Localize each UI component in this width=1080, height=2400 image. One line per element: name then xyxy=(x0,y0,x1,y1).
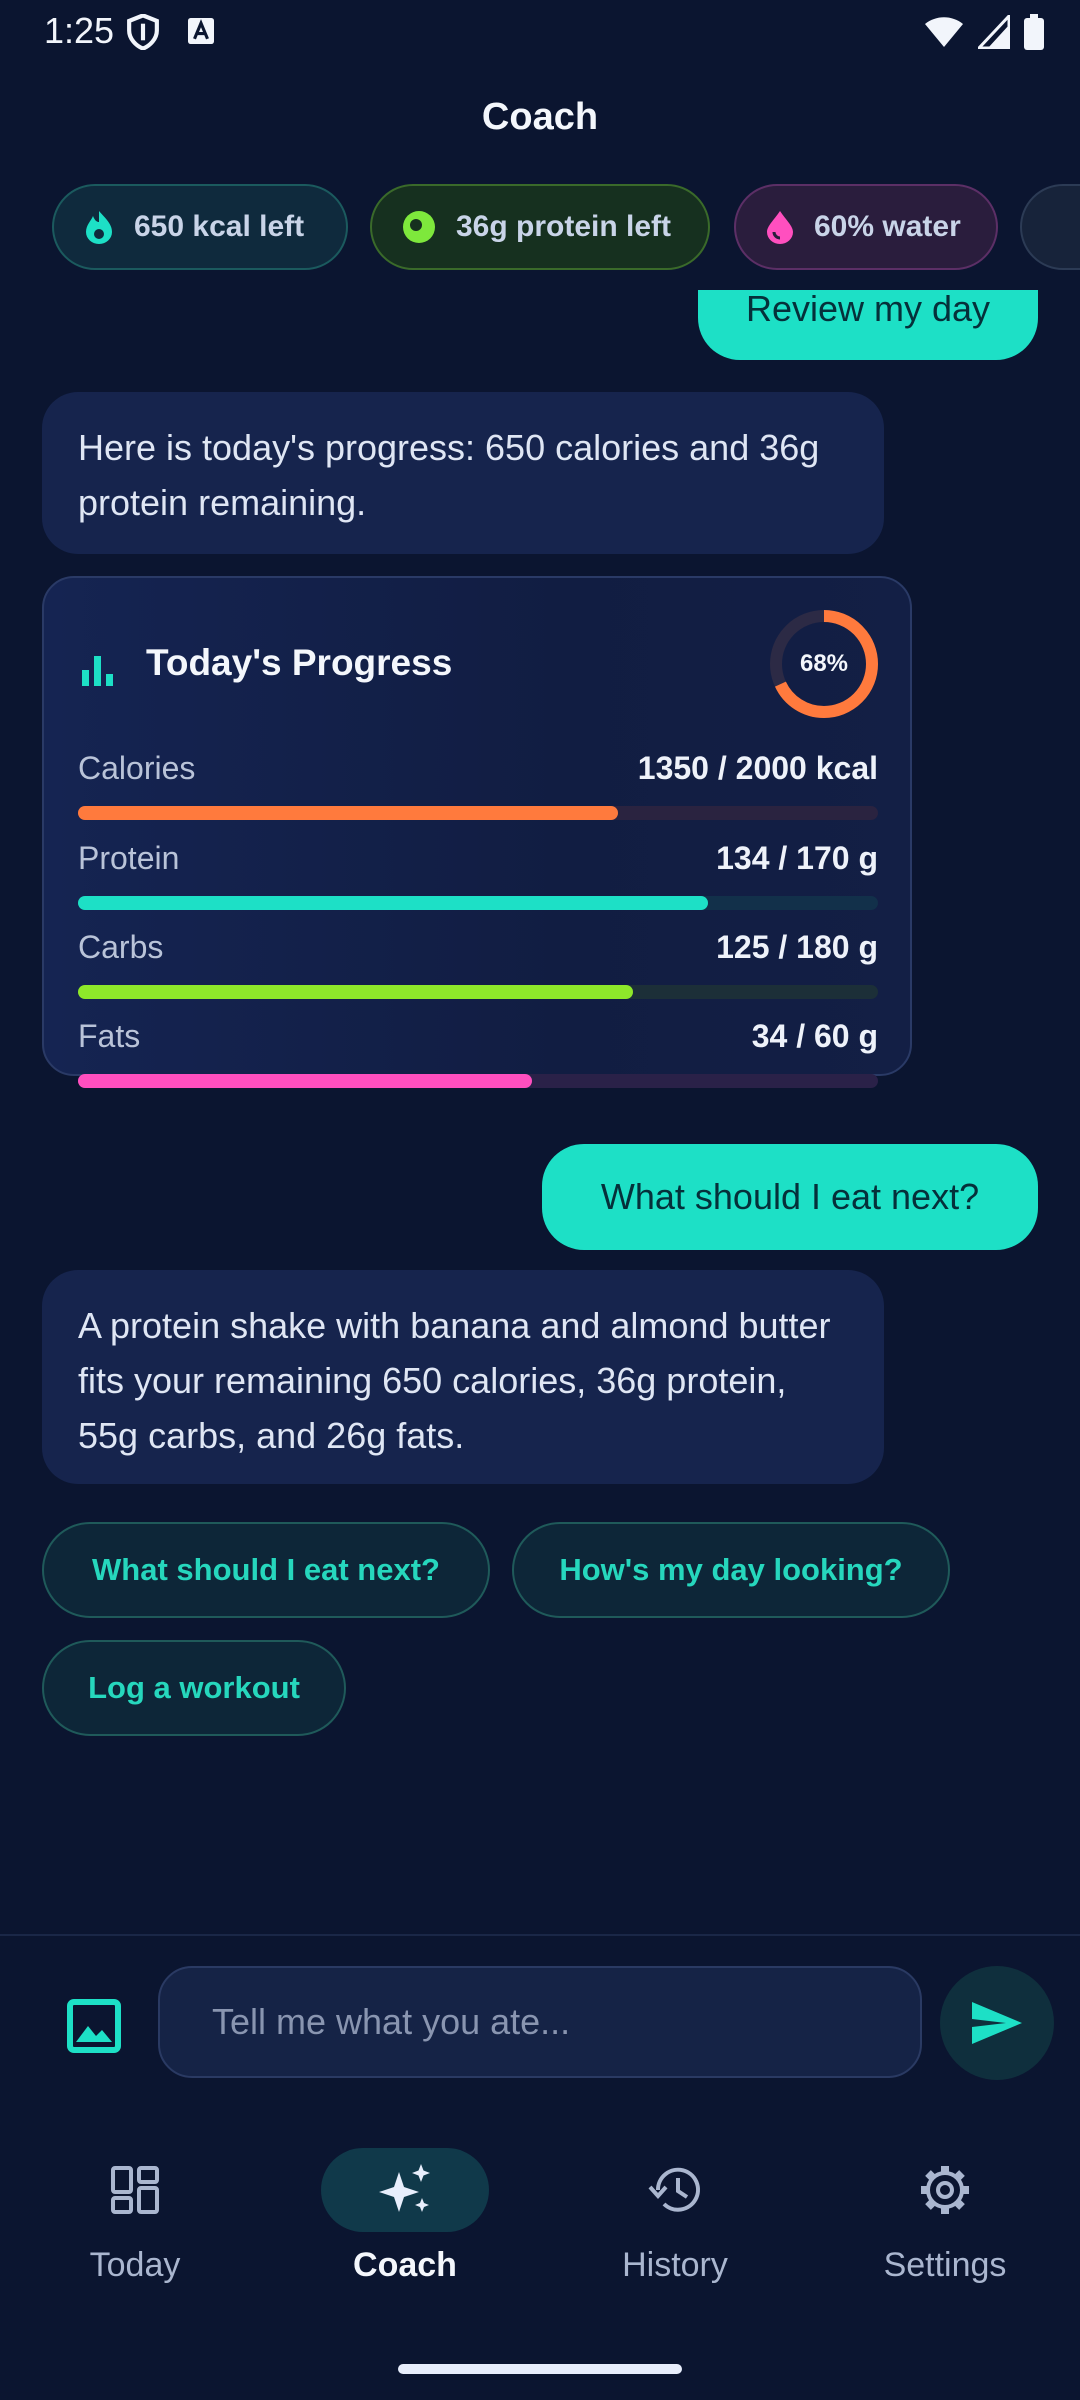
nav-label: Coach xyxy=(353,2246,457,2284)
macro-label: Calories xyxy=(78,750,196,786)
macro-track xyxy=(78,806,878,820)
page-title: Coach xyxy=(481,96,599,138)
nav-icon-container xyxy=(321,2148,489,2232)
nav-label: History xyxy=(622,2246,728,2284)
chat-thread[interactable]: Review my day Here is today's progress: … xyxy=(0,290,1080,1930)
image-icon[interactable] xyxy=(66,1998,122,2054)
status-bar: 1:25 xyxy=(0,0,1080,64)
macro-fill xyxy=(78,1074,532,1088)
sparkle-icon xyxy=(379,2164,430,2212)
ring-percent: 68% xyxy=(799,650,849,677)
macro-fats: Fats 34 / 60 g xyxy=(78,1018,878,1088)
nav-label: Today xyxy=(89,2246,181,2284)
summary-chips: 650 kcal left 36g protein left 60% water xyxy=(52,184,1080,270)
user-message: Review my day xyxy=(698,290,1038,360)
nav-label: Settings xyxy=(883,2246,1007,2284)
dashboard-icon xyxy=(111,2166,159,2214)
protein-icon xyxy=(403,211,435,243)
protein-left-chip[interactable]: 36g protein left xyxy=(370,184,710,270)
send-button[interactable] xyxy=(940,1966,1054,2080)
macro-track xyxy=(78,985,878,999)
history-icon xyxy=(648,2167,700,2212)
nav-history[interactable]: History xyxy=(540,2140,810,2300)
send-icon xyxy=(972,2002,1022,2044)
macro-label: Protein xyxy=(78,840,180,876)
nav-settings[interactable]: Settings xyxy=(810,2140,1080,2300)
bottom-nav: Today Coach History Settings xyxy=(0,2140,1080,2340)
composer-bar xyxy=(0,1934,1080,2084)
macro-label: Fats xyxy=(78,1018,141,1054)
kcal-left-chip[interactable]: 650 kcal left xyxy=(52,184,348,270)
bar-chart-icon xyxy=(82,656,113,686)
macro-value: 134 / 170 g xyxy=(716,840,878,876)
card-title: Today's Progress xyxy=(146,642,453,683)
macro-fill xyxy=(78,896,709,910)
macro-track xyxy=(78,1074,878,1088)
user-message: What should I eat next? xyxy=(542,1144,1038,1250)
status-time: 1:25 xyxy=(44,10,115,51)
macro-label: Carbs xyxy=(78,929,164,965)
wifi-icon xyxy=(925,17,963,47)
nav-icon-container xyxy=(51,2148,219,2232)
water-chip[interactable]: 60% water xyxy=(734,184,998,270)
macro-value: 34 / 60 g xyxy=(751,1018,878,1054)
shield-icon xyxy=(127,14,159,50)
suggestion-log-workout[interactable]: Log a workout xyxy=(42,1640,346,1736)
flame-icon xyxy=(86,211,112,244)
nav-icon-container xyxy=(591,2148,759,2232)
suggestion-day-looking[interactable]: How's my day looking? xyxy=(512,1522,950,1618)
macro-value: 125 / 180 g xyxy=(716,929,878,965)
battery-icon xyxy=(1024,14,1044,50)
a-badge-icon xyxy=(188,18,214,44)
assistant-message: A protein shake with banana and almond b… xyxy=(42,1270,884,1484)
assistant-message: Here is today's progress: 650 calories a… xyxy=(42,392,884,554)
suggestion-what-to-eat[interactable]: What should I eat next? xyxy=(42,1522,490,1618)
macro-fill xyxy=(78,806,618,820)
progress-card: Today's Progress 68% Calories 1350 / 200… xyxy=(42,576,912,1088)
drop-icon xyxy=(767,211,793,244)
message-input[interactable] xyxy=(158,1966,922,2078)
nav-icon-container xyxy=(861,2148,1029,2232)
chip-label: 36g protein left xyxy=(456,210,672,243)
chip-label: 650 kcal left xyxy=(134,210,305,243)
macro-carbs: Carbs 125 / 180 g xyxy=(78,929,878,999)
macro-fill xyxy=(78,985,634,999)
macro-calories: Calories 1350 / 2000 kcal xyxy=(78,750,878,820)
gear-icon xyxy=(921,2166,969,2214)
nav-coach[interactable]: Coach xyxy=(270,2140,540,2300)
overflow-chip[interactable] xyxy=(1020,184,1080,270)
nav-today[interactable]: Today xyxy=(0,2140,270,2300)
macro-track xyxy=(78,896,878,910)
signal-icon xyxy=(978,15,1010,49)
macro-value: 1350 / 2000 kcal xyxy=(637,750,878,786)
chip-label: 60% water xyxy=(814,210,961,243)
home-indicator[interactable] xyxy=(398,2364,682,2374)
macro-protein: Protein 134 / 170 g xyxy=(78,840,878,910)
